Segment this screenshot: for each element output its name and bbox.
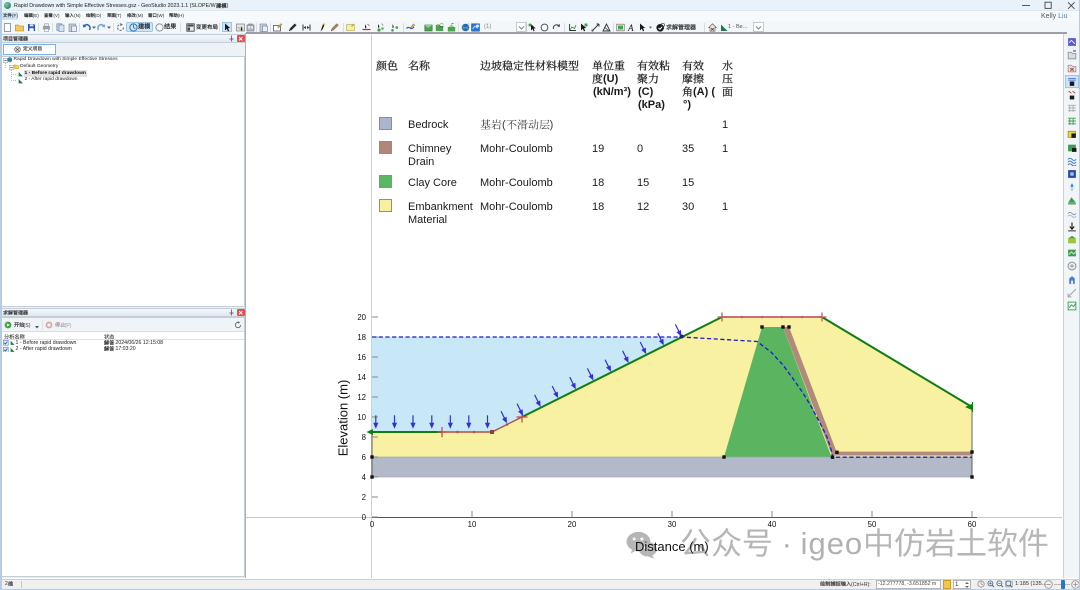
svg-text:A: A bbox=[627, 23, 634, 32]
